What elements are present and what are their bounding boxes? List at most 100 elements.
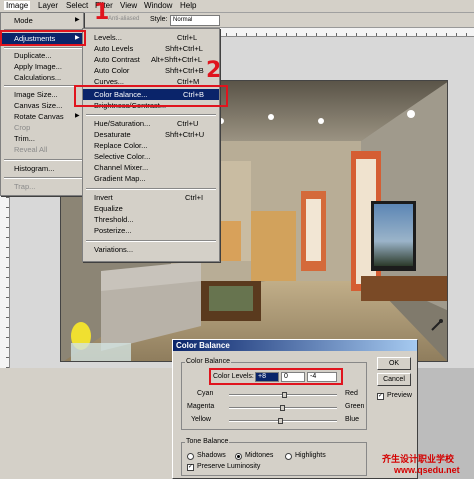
menu-item-invert-shortcut: Ctrl+I xyxy=(185,193,204,202)
menu-item-auto-color-label: Auto Color xyxy=(94,66,130,75)
menu-item-trap: Trap... xyxy=(1,181,83,192)
menu-item-gradient-map-label: Gradient Map... xyxy=(94,174,146,183)
radio-shadows-label: Shadows xyxy=(197,452,226,459)
submenu-arrow-icon: ▶ xyxy=(75,113,80,119)
radio-highlights[interactable] xyxy=(285,453,292,460)
slider-cyan-red-thumb[interactable] xyxy=(282,392,287,398)
menu-item-levels-label: Levels... xyxy=(94,33,122,42)
preserve-luminosity-checkbox[interactable]: ✓ xyxy=(187,464,194,471)
radio-midtones[interactable] xyxy=(235,453,242,460)
menu-item-trim[interactable]: Trim... xyxy=(1,133,83,144)
highlight-box-color-balance xyxy=(74,85,228,107)
menu-item-duplicate[interactable]: Duplicate... xyxy=(1,50,83,61)
submenu-arrow-icon: ▶ xyxy=(75,17,80,23)
menu-item-threshold[interactable]: Threshold... xyxy=(83,214,219,225)
radio-highlights-label: Highlights xyxy=(295,452,326,459)
menu-item-mode[interactable]: Mode ▶ xyxy=(1,15,83,26)
menu-item-invert-label: Invert xyxy=(94,193,113,202)
menu-item-image-size[interactable]: Image Size... xyxy=(1,89,83,100)
menu-separator xyxy=(86,188,216,190)
menu-help[interactable]: Help xyxy=(180,1,196,10)
menu-separator xyxy=(86,114,216,116)
menu-item-apply-image[interactable]: Apply Image... xyxy=(1,61,83,72)
menu-item-histogram-label: Histogram... xyxy=(14,164,55,173)
slider-yellow-blue-track[interactable] xyxy=(229,420,337,422)
slider-magenta-green-thumb[interactable] xyxy=(280,405,285,411)
preview-checkbox[interactable]: ✓ xyxy=(377,393,384,400)
menu-item-desaturate[interactable]: Desaturate Shft+Ctrl+U xyxy=(83,129,219,140)
menu-item-auto-color[interactable]: Auto Color Shft+Ctrl+B xyxy=(83,65,219,76)
menu-item-hue-saturation-shortcut: Ctrl+U xyxy=(177,119,199,128)
menu-item-variations[interactable]: Variations... xyxy=(83,244,219,255)
preserve-luminosity-label: Preserve Luminosity xyxy=(197,463,261,470)
menu-item-auto-levels-label: Auto Levels xyxy=(94,44,134,53)
left-panel xyxy=(0,368,172,479)
color-balance-group-label: Color Balance xyxy=(185,358,231,365)
menu-item-histogram[interactable]: Histogram... xyxy=(1,163,83,174)
menu-item-canvas-size[interactable]: Canvas Size... xyxy=(1,100,83,111)
menu-item-rotate-canvas-label: Rotate Canvas xyxy=(14,112,64,121)
menu-item-crop: Crop xyxy=(1,122,83,133)
radio-shadows[interactable] xyxy=(187,453,194,460)
menu-item-duplicate-label: Duplicate... xyxy=(14,51,52,60)
menu-item-apply-image-label: Apply Image... xyxy=(14,62,62,71)
style-select[interactable]: Normal xyxy=(170,15,220,26)
menu-item-channel-mixer[interactable]: Channel Mixer... xyxy=(83,162,219,173)
menu-item-auto-levels[interactable]: Auto Levels Shft+Ctrl+L xyxy=(83,43,219,54)
menu-item-auto-levels-shortcut: Shft+Ctrl+L xyxy=(165,44,203,53)
menu-view[interactable]: View xyxy=(120,1,137,10)
radio-selected-dot xyxy=(237,455,240,458)
menu-item-replace-color[interactable]: Replace Color... xyxy=(83,140,219,151)
menu-window[interactable]: Window xyxy=(144,1,172,10)
slider-green-label: Green xyxy=(345,403,365,410)
menu-item-threshold-label: Threshold... xyxy=(94,215,134,224)
menu-image[interactable]: Image xyxy=(4,1,31,10)
menu-item-invert[interactable]: Invert Ctrl+I xyxy=(83,192,219,203)
menu-select[interactable]: Select xyxy=(66,1,88,10)
menu-item-canvas-size-label: Canvas Size... xyxy=(14,101,63,110)
menu-item-crop-label: Crop xyxy=(14,123,31,132)
highlight-box-adjustments xyxy=(0,30,86,46)
menu-item-posterize[interactable]: Posterize... xyxy=(83,225,219,236)
menu-item-levels[interactable]: Levels... Ctrl+L xyxy=(83,32,219,43)
radio-midtones-label: Midtones xyxy=(245,452,274,459)
menu-item-calculations[interactable]: Calculations... xyxy=(1,72,83,83)
menu-item-channel-mixer-label: Channel Mixer... xyxy=(94,163,149,172)
anti-aliased-label: Anti-aliased xyxy=(108,16,140,22)
menu-item-rotate-canvas[interactable]: Rotate Canvas ▶ xyxy=(1,111,83,122)
menu-item-equalize-label: Equalize xyxy=(94,204,123,213)
menu-item-reveal-all: Reveal All xyxy=(1,144,83,155)
menu-item-gradient-map[interactable]: Gradient Map... xyxy=(83,173,219,184)
step-number-1: 1 xyxy=(94,0,110,25)
menu-item-replace-color-label: Replace Color... xyxy=(94,141,148,150)
menu-item-mode-label: Mode xyxy=(14,16,33,25)
menu-item-posterize-label: Posterize... xyxy=(94,226,132,235)
menu-separator xyxy=(86,240,216,242)
preview-label: Preview xyxy=(387,392,412,399)
menu-item-auto-color-shortcut: Shft+Ctrl+B xyxy=(165,66,204,75)
menu-item-auto-contrast[interactable]: Auto Contrast Alt+Shft+Ctrl+L xyxy=(83,54,219,65)
slider-yellow-blue-thumb[interactable] xyxy=(278,418,283,424)
menu-item-desaturate-shortcut: Shft+Ctrl+U xyxy=(165,130,205,139)
menu-layer[interactable]: Layer xyxy=(38,1,58,10)
menu-item-equalize[interactable]: Equalize xyxy=(83,203,219,214)
menu-item-trim-label: Trim... xyxy=(14,134,35,143)
slider-blue-label: Blue xyxy=(345,416,360,423)
menu-item-calculations-label: Calculations... xyxy=(14,73,62,82)
slider-yellow-label: Yellow xyxy=(191,416,211,423)
cancel-button[interactable]: Cancel xyxy=(377,373,411,386)
watermark-school-name: 齐生设计职业学校 xyxy=(382,455,455,465)
menu-item-hue-saturation[interactable]: Hue/Saturation... Ctrl+U xyxy=(83,118,219,129)
menu-separator xyxy=(4,159,82,161)
style-label: Style: xyxy=(150,16,168,23)
ok-button[interactable]: OK xyxy=(377,357,411,370)
highlight-box-color-levels xyxy=(209,368,343,385)
menu-item-trap-label: Trap... xyxy=(14,182,36,191)
eyedropper-icon xyxy=(431,319,443,331)
menu-separator xyxy=(4,177,82,179)
dialog-title: Color Balance xyxy=(173,340,417,351)
slider-magenta-label: Magenta xyxy=(187,403,215,410)
slider-cyan-label: Cyan xyxy=(197,390,214,397)
menu-item-selective-color[interactable]: Selective Color... xyxy=(83,151,219,162)
adjustments-submenu: Levels... Ctrl+L Auto Levels Shft+Ctrl+L A… xyxy=(82,28,220,262)
